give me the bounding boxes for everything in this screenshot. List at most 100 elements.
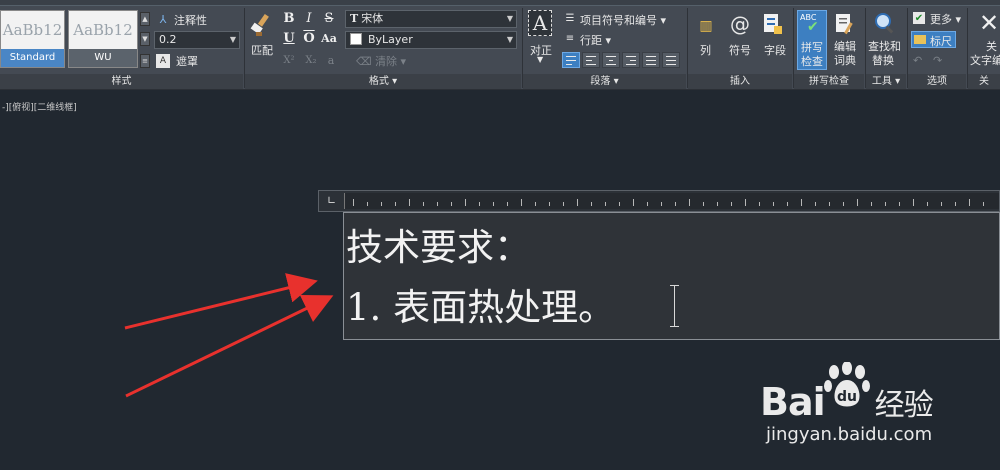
align-distribute-button[interactable] bbox=[662, 52, 680, 68]
style-name: Standard bbox=[1, 49, 64, 67]
ruler-tick bbox=[633, 199, 634, 206]
mask-button[interactable]: 遮罩 bbox=[176, 53, 198, 69]
ruler-tick bbox=[591, 202, 592, 206]
paragraph-panel-label: 段落 bbox=[590, 76, 611, 87]
ruler-tick bbox=[731, 202, 732, 206]
close-editor-line2[interactable]: 文字编 bbox=[970, 54, 1000, 68]
italic-button[interactable]: I bbox=[300, 10, 318, 28]
color-select[interactable]: ByLayer ▼ bbox=[345, 31, 517, 49]
justify-icon: A bbox=[528, 10, 552, 36]
format-panel-title: 格式 ▾ bbox=[245, 74, 521, 89]
ruler-tick bbox=[885, 202, 886, 206]
linespacing-button[interactable]: 行距 ▾ bbox=[580, 32, 611, 48]
tab-stop-icon[interactable]: ∟ bbox=[327, 195, 339, 207]
annotative-icon: ⅄ bbox=[159, 12, 167, 26]
spellcheck-button[interactable]: ABC ✔ 拼写 检查 bbox=[797, 10, 827, 70]
ruler-tick bbox=[507, 202, 508, 206]
columns-icon: ▥ bbox=[699, 18, 713, 34]
style-tile-wu[interactable]: AaBb12 WU bbox=[68, 10, 138, 68]
close-icon[interactable]: ✕ bbox=[978, 9, 1000, 37]
chevron-down-icon: ▼ bbox=[506, 14, 513, 23]
style-scroll-down-button[interactable]: ▼ bbox=[140, 32, 150, 46]
ruler-tick bbox=[619, 202, 620, 206]
justify-dropdown-arrow[interactable]: ▼ bbox=[537, 55, 543, 64]
editor-line-2: 1. 表面热处理。 bbox=[346, 286, 616, 329]
at-symbol-icon: @ bbox=[730, 12, 750, 36]
align-default-button[interactable] bbox=[562, 52, 580, 68]
bullets-label: 项目符号和编号 bbox=[580, 14, 657, 27]
align-center-button[interactable] bbox=[602, 52, 620, 68]
style-name: WU bbox=[69, 49, 137, 67]
ruler-tick bbox=[409, 199, 410, 206]
annotative-button[interactable]: 注释性 bbox=[174, 12, 207, 28]
text-height-input[interactable]: 0.2 ▼ bbox=[154, 31, 240, 49]
close-editor-line1[interactable]: 关 bbox=[986, 40, 997, 54]
dictionary-button-line2[interactable]: 词典 bbox=[834, 54, 856, 68]
undo-icon[interactable]: ↶ bbox=[913, 54, 922, 67]
ruler-tick bbox=[577, 199, 578, 206]
ruler-tick bbox=[367, 202, 368, 206]
columns-button[interactable]: 列 bbox=[700, 42, 711, 58]
clear-button[interactable]: ⌫ 清除 ▾ bbox=[356, 53, 406, 69]
text-height-value: 0.2 bbox=[159, 33, 177, 46]
ruler-tick bbox=[549, 202, 550, 206]
linespacing-label: 行距 bbox=[580, 34, 602, 47]
mtext-editor[interactable]: 技术要求： 1. 表面热处理。 bbox=[343, 212, 1000, 340]
ruler-tick bbox=[605, 202, 606, 206]
chevron-down-icon: ▼ bbox=[506, 35, 513, 44]
ruler-tick bbox=[899, 202, 900, 206]
ruler-tick bbox=[745, 199, 746, 206]
align-left-button[interactable] bbox=[582, 52, 600, 68]
ruler-tick bbox=[815, 202, 816, 206]
align-justify-button[interactable] bbox=[642, 52, 660, 68]
field-button[interactable]: 字段 bbox=[764, 42, 786, 58]
align-right-button[interactable] bbox=[622, 52, 640, 68]
strikethrough-button[interactable]: S bbox=[320, 10, 338, 28]
symbol-button[interactable]: 符号 bbox=[729, 42, 751, 58]
match-button[interactable]: 匹配 bbox=[251, 42, 273, 58]
subscript-button[interactable]: X₂ bbox=[300, 52, 322, 70]
redo-icon[interactable]: ↷ bbox=[933, 54, 942, 67]
ruler-tick bbox=[913, 199, 914, 206]
viewport-label[interactable]: -][俯视][二维线框] bbox=[2, 100, 77, 113]
font-select[interactable]: T 宋体 ▼ bbox=[345, 10, 517, 28]
list-icon: ☰ bbox=[565, 12, 575, 24]
styles-panel-title: 样式 bbox=[0, 74, 243, 89]
tools-panel-title: 工具 ▾ bbox=[866, 74, 906, 89]
ruler-tick bbox=[871, 202, 872, 206]
case-button[interactable]: Aa bbox=[318, 30, 340, 48]
style-scroll-up-button[interactable]: ▲ bbox=[140, 12, 150, 26]
bold-button[interactable]: B bbox=[280, 10, 298, 28]
ruler-tick bbox=[857, 199, 858, 206]
bullets-button[interactable]: 项目符号和编号 ▾ bbox=[580, 12, 666, 28]
ruler-tick bbox=[969, 199, 970, 206]
find-replace-line2[interactable]: 替换 bbox=[872, 54, 894, 68]
ruler-toggle[interactable]: 标尺 bbox=[911, 31, 956, 48]
dictionary-icon bbox=[834, 12, 856, 36]
underline-button[interactable]: U bbox=[280, 30, 298, 48]
ruler-tick bbox=[521, 199, 522, 206]
color-swatch bbox=[350, 33, 362, 45]
ruler-tick bbox=[843, 202, 844, 206]
text-editor-ruler[interactable] bbox=[344, 193, 999, 209]
color-value: ByLayer bbox=[368, 33, 413, 46]
ruler-icon bbox=[914, 35, 926, 44]
ruler-tick bbox=[381, 202, 382, 206]
superscript-button[interactable]: X² bbox=[278, 52, 300, 70]
overline-button[interactable]: O bbox=[300, 30, 318, 48]
find-replace-line1[interactable]: 查找和 bbox=[868, 40, 901, 54]
watermark-brand-tail: 经验 bbox=[874, 388, 934, 423]
ruler-label: 标尺 bbox=[930, 35, 952, 48]
oblique-angle-button[interactable]: a bbox=[322, 52, 340, 70]
style-tile-standard[interactable]: AaBb12 Standard bbox=[0, 10, 65, 68]
field-icon bbox=[762, 12, 784, 36]
ruler-tick bbox=[941, 202, 942, 206]
ruler-tick bbox=[927, 202, 928, 206]
baidu-jingyan-watermark: du Bai 经验 jingyan.baidu.com bbox=[760, 360, 980, 450]
dictionary-button-line1[interactable]: 编辑 bbox=[834, 40, 856, 54]
style-expand-button[interactable]: ≡ bbox=[140, 54, 150, 68]
more-button[interactable]: 更多 ▾ bbox=[930, 11, 961, 27]
style-sample: AaBb12 bbox=[2, 21, 63, 39]
truetype-icon: T bbox=[350, 12, 359, 25]
ruler-tick bbox=[493, 202, 494, 206]
